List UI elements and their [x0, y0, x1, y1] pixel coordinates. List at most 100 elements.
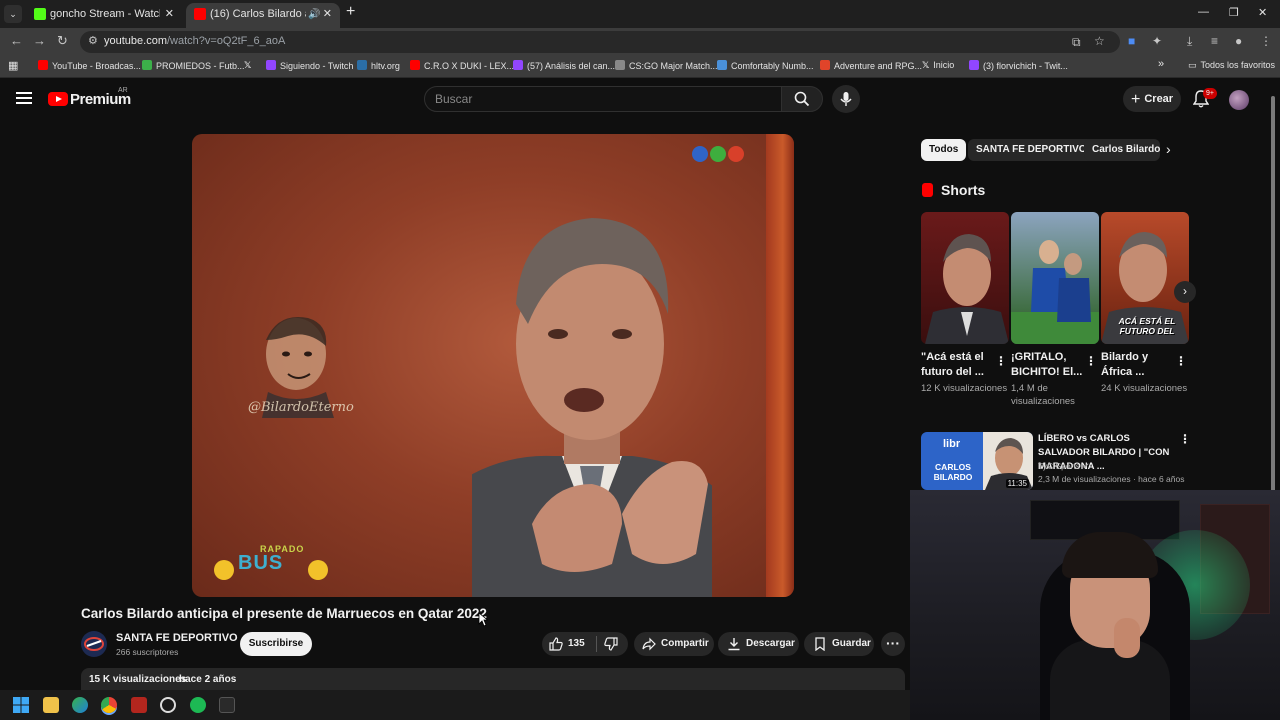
menu-icon[interactable] [16, 92, 32, 104]
youtube-premium-logo[interactable]: Premium AR [48, 87, 131, 109]
bookmark-item[interactable]: 𝕏 [244, 60, 251, 71]
bookmarks-overflow-button[interactable]: » [1158, 58, 1164, 70]
video-player[interactable]: @BilardoEterno RAPADO BUS [192, 134, 794, 597]
media-app-icon[interactable] [131, 697, 147, 713]
shorts-next-button[interactable]: › [1174, 281, 1196, 303]
bookmark-item[interactable]: YouTube - Broadcas... [38, 60, 141, 71]
subscribe-button[interactable]: Suscribirse [240, 632, 312, 656]
x-logo-icon: 𝕏 [922, 60, 930, 70]
apps-grid-icon[interactable]: ▦ [8, 59, 18, 72]
channel-logo-icon [84, 637, 104, 651]
like-count: 135 [568, 638, 585, 649]
extension-icon[interactable]: ■ [1128, 34, 1135, 48]
bookmark-star-icon[interactable]: ☆ [1094, 34, 1105, 48]
share-button[interactable]: Compartir [634, 632, 714, 656]
bookmark-label: hltv.org [371, 61, 400, 71]
tab-youtube[interactable]: (16) Carlos Bilardo anticipa 🔊 ✕ [186, 3, 340, 28]
edge-icon[interactable] [72, 697, 88, 713]
search-input[interactable]: Buscar [424, 86, 782, 112]
tab-kick[interactable]: goncho Stream - Watch Live on ✕ [26, 3, 182, 28]
voice-search-button[interactable] [832, 85, 860, 113]
chrome-icon[interactable] [101, 697, 117, 713]
like-button[interactable]: 135 [542, 632, 596, 656]
search-icon [794, 91, 810, 107]
bookmark-item[interactable]: Siguiendo - Twitch [266, 60, 353, 71]
bookmark-item[interactable]: C.R.O X DUKI - LEX... [410, 60, 514, 71]
short-menu-icon[interactable]: ⋮ [1085, 354, 1097, 368]
chips-next-icon[interactable]: › [1166, 141, 1171, 157]
channel-avatar[interactable] [81, 631, 107, 657]
back-icon[interactable]: ← [10, 33, 23, 48]
chip-carlos-bilardo[interactable]: Carlos Bilardo [1084, 139, 1160, 161]
short-card[interactable]: ¡GRITALO, BICHITO! El... 1,4 M de visual… [1011, 212, 1099, 408]
bookmark-item[interactable]: CS:GO Major Match... [615, 60, 718, 71]
bookmark-item[interactable]: 𝕏 Inicio [922, 60, 954, 71]
install-app-icon[interactable]: ⧉ [1072, 35, 1081, 50]
chip-santa-fe-deportivo[interactable]: SANTA FE DEPORTIVO [968, 139, 1095, 161]
channel-bug-logo [692, 146, 746, 167]
tab-search-icon[interactable]: ⌄ [4, 5, 22, 23]
show-logo-ball-right [308, 560, 328, 580]
window-close-icon[interactable]: ✕ [1258, 6, 1267, 19]
x-logo-icon: 𝕏 [244, 60, 252, 70]
search-button[interactable] [781, 86, 823, 112]
restore-icon[interactable]: ❐ [1229, 6, 1239, 19]
more-actions-icon[interactable]: ··· [881, 632, 905, 656]
youtube-icon [410, 60, 420, 70]
site-info-icon[interactable]: ⚙ [88, 34, 98, 47]
bookmark-item[interactable]: Adventure and RPG... [820, 60, 922, 71]
subscriber-count: 266 suscriptores [116, 647, 179, 657]
short-card[interactable]: ACÁ ESTÁ EL FUTURO DEL Bilardo y África … [1101, 212, 1189, 395]
download-button[interactable]: Descargar [718, 632, 799, 656]
minimize-icon[interactable]: — [1198, 6, 1209, 18]
windows-start-icon[interactable] [13, 697, 29, 713]
publish-date: hace 2 años [179, 674, 237, 685]
all-bookmarks-button[interactable]: ▭ Todos los favoritos [1188, 60, 1275, 71]
studio-backdrop [766, 134, 794, 597]
forward-icon[interactable]: → [33, 33, 46, 48]
recommended-video[interactable]: libr CARLOS BILARDO 11:35 LÍBERO vs CARL… [921, 432, 1191, 490]
bookmark-item[interactable]: hltv.org [357, 60, 400, 71]
all-bookmarks-label: Todos los favoritos [1200, 60, 1276, 70]
downloads-icon[interactable]: ⤓ [1187, 34, 1192, 49]
profile-icon[interactable]: ● [1235, 34, 1242, 48]
bookmark-item[interactable]: (3) florvichich - Twit... [969, 60, 1068, 71]
media-icon[interactable]: ≡ [1211, 34, 1218, 48]
folder-icon: ▭ [1188, 60, 1197, 70]
youtube-favicon-icon [194, 8, 206, 20]
create-button[interactable]: + Crear [1123, 86, 1181, 112]
bookmark-item[interactable]: PROMIEDOS - Futb... [142, 60, 245, 71]
tab-close-icon[interactable]: ✕ [165, 3, 174, 26]
dislike-button[interactable] [597, 632, 628, 656]
thumb-brand: libr [943, 438, 961, 450]
spotify-icon[interactable] [190, 697, 206, 713]
obs-icon[interactable] [160, 697, 176, 713]
short-menu-icon[interactable]: ⋮ [1175, 354, 1187, 368]
chip-todos[interactable]: Todos [921, 139, 967, 161]
extensions-puzzle-icon[interactable]: ✦ [1152, 34, 1162, 48]
save-button[interactable]: Guardar [804, 632, 874, 656]
speaker-figure [472, 218, 712, 597]
bookmark-label: Adventure and RPG... [834, 61, 923, 71]
account-avatar[interactable] [1229, 90, 1249, 110]
reload-icon[interactable]: ↻ [57, 33, 68, 49]
new-tab-button[interactable]: + [346, 3, 355, 21]
channel-name[interactable]: SANTA FE DEPORTIVO [116, 632, 238, 644]
site-icon [717, 60, 727, 70]
recommended-menu-icon[interactable]: ⋮ [1179, 432, 1191, 446]
bookmark-item[interactable]: Comfortably Numb... [717, 60, 814, 71]
show-logo-ball-left [214, 560, 234, 580]
tab-close-icon[interactable]: ✕ [323, 3, 332, 26]
file-explorer-icon[interactable] [43, 697, 59, 713]
bookmark-label: PROMIEDOS - Futb... [156, 61, 245, 71]
short-menu-icon[interactable]: ⋮ [995, 354, 1007, 368]
terminal-icon[interactable] [219, 697, 235, 713]
shorts-heading: Shorts [922, 182, 985, 198]
notifications-badge: 9+ [1203, 88, 1217, 99]
speaker-icon[interactable]: 🔊 [308, 3, 320, 26]
address-bar[interactable]: ⚙ youtube.com/watch?v=oQ2tF_6_aoA ⧉ ☆ [80, 31, 1120, 53]
bookmark-item[interactable]: (57) Análisis del can... [513, 60, 615, 71]
browser-menu-icon[interactable]: ⋮ [1260, 34, 1272, 48]
short-card[interactable]: "Acá está el futuro del ... 12 K visuali… [921, 212, 1009, 395]
show-logo-small: RAPADO [260, 544, 305, 554]
